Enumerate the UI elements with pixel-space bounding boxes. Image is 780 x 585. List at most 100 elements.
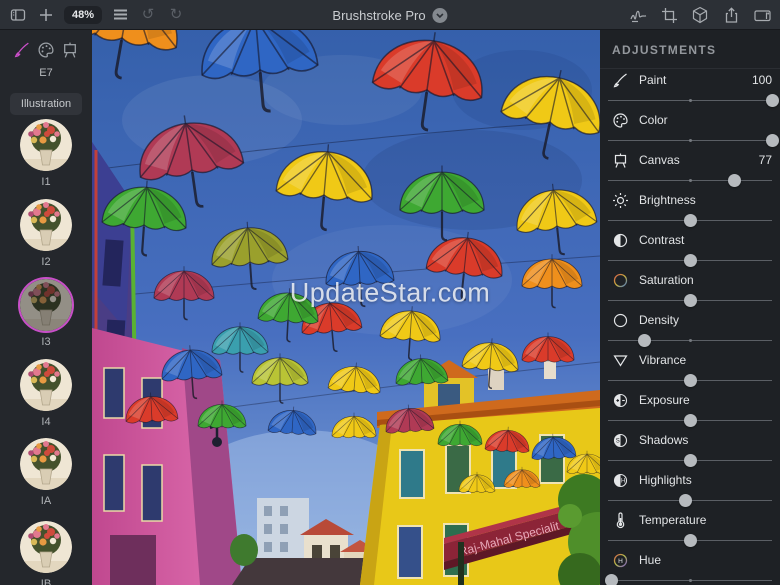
adjustment-name: Saturation: [639, 273, 762, 287]
adjustment-name: Color: [639, 113, 762, 127]
slider-handle[interactable]: [605, 574, 618, 585]
adjustment-row-canvas: Canvas 77: [600, 143, 780, 183]
shadows-icon: S: [612, 432, 629, 449]
category-button[interactable]: Illustration: [10, 93, 82, 115]
preset-thumbnail-label: IB: [0, 578, 92, 585]
slider-track[interactable]: [608, 500, 772, 502]
slider-center-tick: [689, 139, 692, 142]
adjustment-label-line: Contrast: [612, 231, 772, 249]
slider-track[interactable]: [608, 300, 772, 302]
slider-center-tick: [689, 579, 692, 582]
sun-icon: [612, 192, 629, 209]
adjustment-name: Exposure: [639, 393, 762, 407]
artwork-image: Raj-Mahal Specialit: [92, 30, 600, 585]
adjustment-row-hue: H Hue: [600, 543, 780, 583]
adjustment-row-temperature: Temperature: [600, 503, 780, 543]
slider-track[interactable]: [608, 540, 772, 542]
crop-icon[interactable]: [659, 5, 679, 25]
adjustment-label-line: S Shadows: [612, 431, 772, 449]
app-window: 48% ↺ ↻ Brushstroke Pro: [0, 0, 780, 585]
adjustments-panel: ADJUSTMENTS Paint 100 Color Canvas 77: [600, 30, 780, 585]
preset-thumbnail-label: I4: [0, 416, 92, 428]
adjustment-name: Shadows: [639, 433, 762, 447]
preset-thumbnail-I2[interactable]: [20, 199, 72, 251]
adjustment-name: Density: [639, 313, 762, 327]
preset-thumbnail-IA[interactable]: [20, 438, 72, 490]
palette-icon[interactable]: [36, 40, 56, 60]
adjustment-row-contrast: Contrast: [600, 223, 780, 263]
temperature-icon: [612, 512, 629, 529]
preset-thumbnail-I3[interactable]: [20, 279, 72, 331]
adjustment-name: Brightness: [639, 193, 762, 207]
easel-icon: [612, 152, 629, 169]
adjustment-value: 100: [752, 73, 772, 87]
adjustment-row-color: Color: [600, 103, 780, 143]
adjustment-row-shadows: S Shadows: [600, 423, 780, 463]
hue-icon: H: [612, 552, 629, 569]
signature-icon[interactable]: [628, 5, 648, 25]
editing-canvas[interactable]: Raj-Mahal Specialit: [92, 30, 600, 585]
preset-thumbnail-I1[interactable]: [20, 119, 72, 171]
slider-track[interactable]: [608, 340, 772, 342]
palette-icon: [612, 112, 629, 129]
highlights-icon: H: [612, 472, 629, 489]
slider-center-tick: [689, 339, 692, 342]
density-icon: [612, 312, 629, 329]
menu-icon[interactable]: [110, 5, 130, 25]
slider-track[interactable]: [608, 180, 772, 182]
preset-thumbnail-label: I2: [0, 256, 92, 268]
adjustment-name: Temperature: [639, 513, 762, 527]
tool-tabs: [0, 30, 92, 64]
slider-track[interactable]: [608, 100, 772, 102]
sidebar: E7 Illustration I1 I2 I3: [0, 30, 92, 585]
adjustment-name: Canvas: [639, 153, 749, 167]
adjustment-row-paint: Paint 100: [600, 63, 780, 103]
slider-center-tick: [689, 99, 692, 102]
adjustment-row-vibrance: Vibrance: [600, 343, 780, 383]
undo-icon[interactable]: ↺: [138, 5, 158, 25]
preset-thumbnail-I4[interactable]: [20, 359, 72, 411]
exposure-icon: [612, 392, 629, 409]
share-icon[interactable]: [721, 5, 741, 25]
slider-center-tick: [689, 179, 692, 182]
slider-track[interactable]: [608, 580, 772, 582]
adjustment-name: Paint: [639, 73, 742, 87]
adjustment-value: 77: [759, 153, 772, 167]
svg-text:H: H: [621, 478, 625, 484]
adjustment-row-highlights: H Highlights: [600, 463, 780, 503]
preset-thumbnail-label: I3: [0, 336, 92, 348]
app-title-dropdown[interactable]: Brushstroke Pro: [332, 0, 447, 30]
preset-code: E7: [0, 67, 92, 79]
adjustment-name: Hue: [639, 553, 762, 567]
slider-track[interactable]: [608, 420, 772, 422]
adjustment-label-line: Paint 100: [612, 71, 772, 89]
easel-icon[interactable]: [60, 40, 80, 60]
adjustment-label-line: Temperature: [612, 511, 772, 529]
adjustment-label-line: Brightness: [612, 191, 772, 209]
slider-track[interactable]: [608, 140, 772, 142]
adjustment-row-brightness: Brightness: [600, 183, 780, 223]
redo-icon[interactable]: ↻: [166, 5, 186, 25]
svg-text:H: H: [618, 557, 623, 564]
brush-icon: [612, 72, 629, 89]
adjustment-label-line: H Highlights: [612, 471, 772, 489]
slider-track[interactable]: [608, 220, 772, 222]
saturation-icon: [612, 272, 629, 289]
preset-thumbnail-label: I1: [0, 176, 92, 188]
add-icon[interactable]: [36, 5, 56, 25]
vibrance-icon: [612, 352, 629, 369]
svg-text:S: S: [616, 438, 620, 444]
package-icon[interactable]: [690, 5, 710, 25]
brush-icon[interactable]: [12, 40, 32, 60]
zoom-level[interactable]: 48%: [64, 6, 102, 24]
adjustment-label-line: Density: [612, 311, 772, 329]
slider-track[interactable]: [608, 460, 772, 462]
panel-toggle-icon[interactable]: [8, 5, 28, 25]
preset-thumbnail-IB[interactable]: [20, 521, 72, 573]
display-icon[interactable]: [752, 5, 772, 25]
slider-track[interactable]: [608, 260, 772, 262]
adjustment-name: Contrast: [639, 233, 762, 247]
chevron-down-icon: [433, 8, 448, 23]
slider-track[interactable]: [608, 380, 772, 382]
adjustment-label-line: H Hue: [612, 551, 772, 569]
